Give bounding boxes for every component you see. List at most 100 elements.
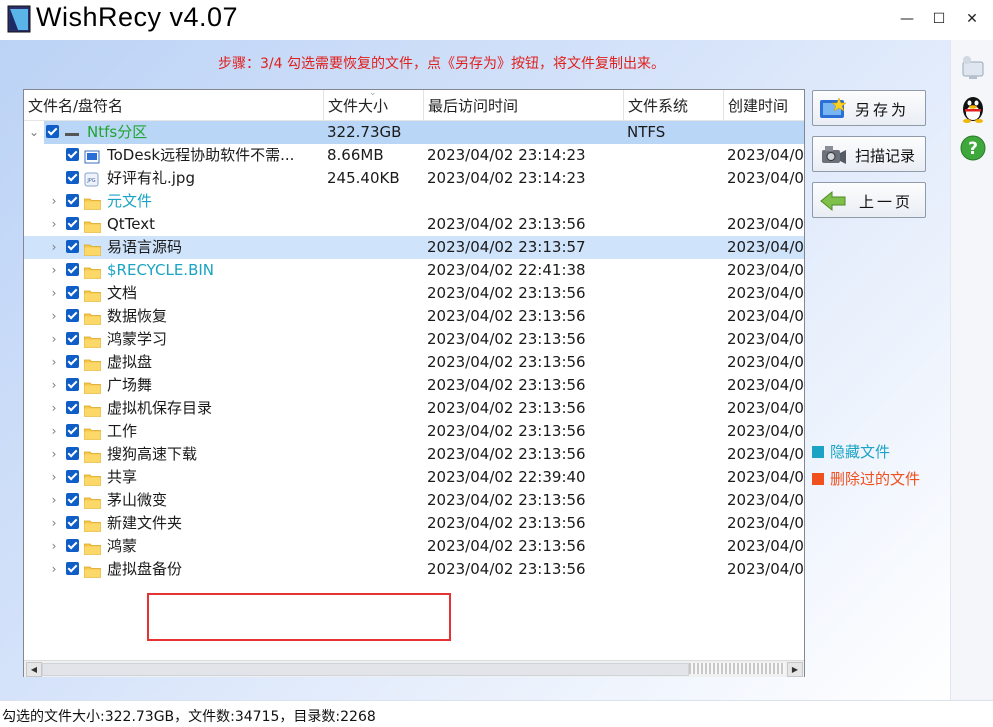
close-button[interactable]: ✕ <box>961 8 983 30</box>
expand-chevron-icon[interactable]: › <box>48 535 60 558</box>
cell-name: 虚拟盘 <box>107 353 153 371</box>
row-checkbox[interactable] <box>66 171 79 184</box>
expand-chevron-icon[interactable]: › <box>48 236 60 259</box>
table-row[interactable]: › 鸿蒙学习 2023/04/02 23:13:56 2023/04/0 <box>24 328 804 351</box>
cell-name: 文档 <box>107 284 138 302</box>
cell-accessed: 2023/04/02 23:13:56 <box>427 560 586 578</box>
table-row[interactable]: › 工作 2023/04/02 23:13:56 2023/04/0 <box>24 420 804 443</box>
row-checkbox[interactable] <box>66 263 79 276</box>
file-tree-list[interactable]: 文件名/盘符名 文件大小 最后访问时间 文件系统 创建时间 ⌄ ⌄ Ntfs分区 3… <box>23 88 805 677</box>
table-row[interactable]: › 广场舞 2023/04/02 23:13:56 2023/04/0 <box>24 374 804 397</box>
row-checkbox[interactable] <box>66 217 79 230</box>
cell-size <box>327 328 424 351</box>
table-row[interactable]: JPG 好评有礼.jpg 245.40KB 2023/04/02 23:14:23 20… <box>24 167 804 190</box>
row-checkbox[interactable] <box>66 401 79 414</box>
expand-chevron-icon[interactable]: › <box>48 558 60 581</box>
collapse-chevron-icon[interactable]: ⌄ <box>28 121 40 144</box>
row-checkbox[interactable] <box>66 516 79 529</box>
table-row[interactable]: ⌄ Ntfs分区 322.73GB NTFS <box>24 121 804 144</box>
cell-created: 2023/04/0 <box>727 537 804 555</box>
row-checkbox[interactable] <box>66 539 79 552</box>
scroll-right-icon[interactable]: ▶ <box>787 662 803 677</box>
scrollbar-track[interactable] <box>42 663 689 676</box>
scan-record-label: 扫描记录 <box>855 147 916 165</box>
row-checkbox[interactable] <box>66 240 79 253</box>
table-row[interactable]: › 搜狗高速下载 2023/04/02 23:13:56 2023/04/0 <box>24 443 804 466</box>
folder-icon <box>84 355 101 371</box>
table-row[interactable]: › 共享 2023/04/02 22:39:40 2023/04/0 <box>24 466 804 489</box>
table-row[interactable]: › 鸿蒙 2023/04/02 23:13:56 2023/04/0 <box>24 535 804 558</box>
expand-chevron-icon[interactable]: › <box>48 397 60 420</box>
scan-record-button[interactable]: 扫描记录 <box>812 136 926 172</box>
row-checkbox[interactable] <box>66 447 79 460</box>
table-row[interactable]: › 茅山微变 2023/04/02 23:13:56 2023/04/0 <box>24 489 804 512</box>
expand-chevron-icon[interactable]: › <box>48 190 60 213</box>
column-header-created[interactable]: 创建时间 <box>724 90 804 120</box>
minimize-button[interactable]: — <box>896 8 918 30</box>
legend-deleted-files: 删除过的文件 <box>812 468 920 489</box>
expand-chevron-icon[interactable]: › <box>48 282 60 305</box>
table-row[interactable]: › 元文件 <box>24 190 804 213</box>
prev-page-button[interactable]: 上一页 <box>812 182 926 218</box>
table-row[interactable]: › 新建文件夹 2023/04/02 23:13:56 2023/04/0 <box>24 512 804 535</box>
cell-created: 2023/04/0 <box>727 514 804 532</box>
legend-hidden-files: 隐藏文件 <box>812 441 890 462</box>
save-as-button[interactable]: 另存为 <box>812 90 926 126</box>
folder-icon <box>84 562 101 578</box>
network-computer-icon[interactable] <box>957 52 989 84</box>
expand-chevron-icon[interactable]: › <box>48 420 60 443</box>
cell-size <box>327 190 424 213</box>
table-row[interactable]: ToDesk远程协助软件不需... 8.66MB 2023/04/02 23:14:… <box>24 144 804 167</box>
column-header-filesystem[interactable]: 文件系统 <box>624 90 724 120</box>
cell-size <box>327 420 424 443</box>
cell-filesystem <box>627 420 724 443</box>
help-icon[interactable]: ? <box>957 132 989 164</box>
expand-chevron-icon[interactable]: › <box>48 351 60 374</box>
horizontal-scrollbar[interactable]: ◀ ▶ <box>24 660 804 677</box>
expand-chevron-icon[interactable]: › <box>48 489 60 512</box>
maximize-button[interactable]: ☐ <box>928 8 950 30</box>
cell-created: 2023/04/0 <box>727 468 804 486</box>
expand-chevron-icon[interactable]: › <box>48 512 60 535</box>
row-checkbox[interactable] <box>46 125 59 138</box>
row-checkbox[interactable] <box>66 286 79 299</box>
row-checkbox[interactable] <box>66 148 79 161</box>
expand-chevron-icon[interactable]: › <box>48 466 60 489</box>
table-row[interactable]: › 虚拟盘 2023/04/02 23:13:56 2023/04/0 <box>24 351 804 374</box>
table-row[interactable]: › 虚拟盘备份 2023/04/02 23:13:56 2023/04/0 <box>24 558 804 581</box>
expand-chevron-icon[interactable]: › <box>48 305 60 328</box>
row-checkbox[interactable] <box>66 194 79 207</box>
row-checkbox[interactable] <box>66 309 79 322</box>
row-checkbox[interactable] <box>66 493 79 506</box>
expand-chevron-icon[interactable]: › <box>48 374 60 397</box>
cell-name: 工作 <box>107 422 138 440</box>
cell-created: 2023/04/0 <box>727 399 804 417</box>
table-row[interactable]: › 易语言源码 2023/04/02 23:13:57 2023/04/0 <box>24 236 804 259</box>
table-row[interactable]: › 数据恢复 2023/04/02 23:13:56 2023/04/0 <box>24 305 804 328</box>
row-checkbox[interactable] <box>66 424 79 437</box>
cell-name: QtText <box>107 215 156 233</box>
row-checkbox[interactable] <box>66 355 79 368</box>
expand-chevron-icon[interactable]: › <box>48 213 60 236</box>
scroll-left-icon[interactable]: ◀ <box>26 662 42 677</box>
expand-chevron-icon[interactable]: › <box>48 259 60 282</box>
expand-chevron-icon[interactable]: › <box>48 443 60 466</box>
table-row[interactable]: › QtText 2023/04/02 23:13:56 2023/04/0 <box>24 213 804 236</box>
row-checkbox[interactable] <box>66 562 79 575</box>
cell-name: 茅山微变 <box>107 491 168 509</box>
cell-name: 元文件 <box>107 192 153 210</box>
column-header-accessed[interactable]: 最后访问时间 <box>424 90 624 120</box>
column-header-row: 文件名/盘符名 文件大小 最后访问时间 文件系统 创建时间 ⌄ <box>24 88 804 121</box>
column-header-name[interactable]: 文件名/盘符名 <box>24 90 324 120</box>
expand-chevron-icon[interactable]: › <box>48 328 60 351</box>
cell-size <box>327 558 424 581</box>
table-row[interactable]: › $RECYCLE.BIN 2023/04/02 22:41:38 2023/04/… <box>24 259 804 282</box>
table-row[interactable]: › 文档 2023/04/02 23:13:56 2023/04/0 <box>24 282 804 305</box>
folder-icon <box>84 286 101 302</box>
row-checkbox[interactable] <box>66 470 79 483</box>
qq-penguin-icon[interactable] <box>957 92 989 124</box>
row-checkbox[interactable] <box>66 378 79 391</box>
row-checkbox[interactable] <box>66 332 79 345</box>
scrollbar-thumb[interactable] <box>689 663 785 674</box>
table-row[interactable]: › 虚拟机保存目录 2023/04/02 23:13:56 2023/04/0 <box>24 397 804 420</box>
